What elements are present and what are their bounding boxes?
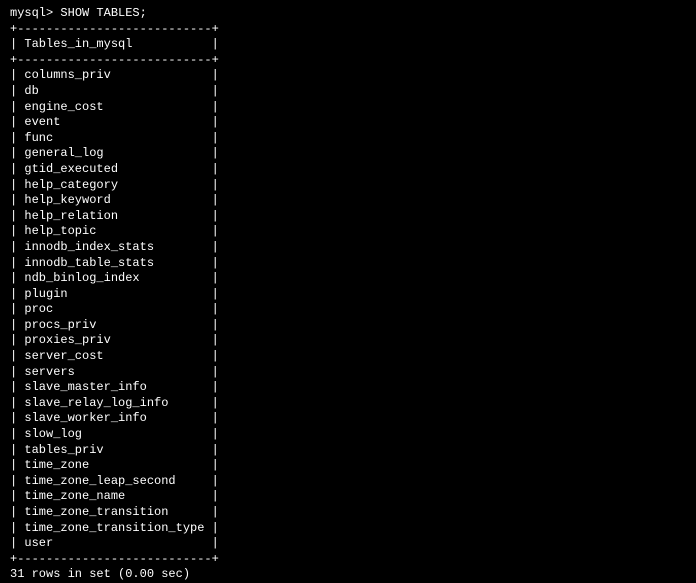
border-top: +---------------------------+ [10, 22, 686, 38]
table-row: | db | [10, 84, 686, 100]
table-row: | time_zone_transition_type | [10, 521, 686, 537]
table-row: | slow_log | [10, 427, 686, 443]
table-row: | proc | [10, 302, 686, 318]
table-row: | ndb_binlog_index | [10, 271, 686, 287]
table-row: | time_zone_leap_second | [10, 474, 686, 490]
command-line[interactable]: mysql> SHOW TABLES; [10, 6, 686, 22]
table-row: | tables_priv | [10, 443, 686, 459]
table-row: | event | [10, 115, 686, 131]
table-row: | engine_cost | [10, 100, 686, 116]
table-row: | proxies_priv | [10, 333, 686, 349]
table-row: | procs_priv | [10, 318, 686, 334]
table-row: | slave_worker_info | [10, 411, 686, 427]
table-row: | help_keyword | [10, 193, 686, 209]
table-row: | innodb_index_stats | [10, 240, 686, 256]
table-row: | user | [10, 536, 686, 552]
table-rows: | columns_priv || db || engine_cost || e… [10, 68, 686, 551]
border-mid: +---------------------------+ [10, 53, 686, 69]
table-row: | slave_relay_log_info | [10, 396, 686, 412]
table-row: | plugin | [10, 287, 686, 303]
table-row: | columns_priv | [10, 68, 686, 84]
table-row: | innodb_table_stats | [10, 256, 686, 272]
table-row: | help_topic | [10, 224, 686, 240]
prompt: mysql> [10, 6, 60, 20]
footer-summary: 31 rows in set (0.00 sec) [10, 567, 686, 583]
table-row: | help_relation | [10, 209, 686, 225]
table-row: | time_zone_name | [10, 489, 686, 505]
table-row: | time_zone | [10, 458, 686, 474]
table-row: | server_cost | [10, 349, 686, 365]
table-row: | servers | [10, 365, 686, 381]
header-row: | Tables_in_mysql | [10, 37, 686, 53]
table-row: | time_zone_transition | [10, 505, 686, 521]
table-row: | gtid_executed | [10, 162, 686, 178]
sql-command: SHOW TABLES; [60, 6, 146, 20]
table-row: | slave_master_info | [10, 380, 686, 396]
table-row: | func | [10, 131, 686, 147]
table-row: | help_category | [10, 178, 686, 194]
table-row: | general_log | [10, 146, 686, 162]
border-bottom: +---------------------------+ [10, 552, 686, 568]
